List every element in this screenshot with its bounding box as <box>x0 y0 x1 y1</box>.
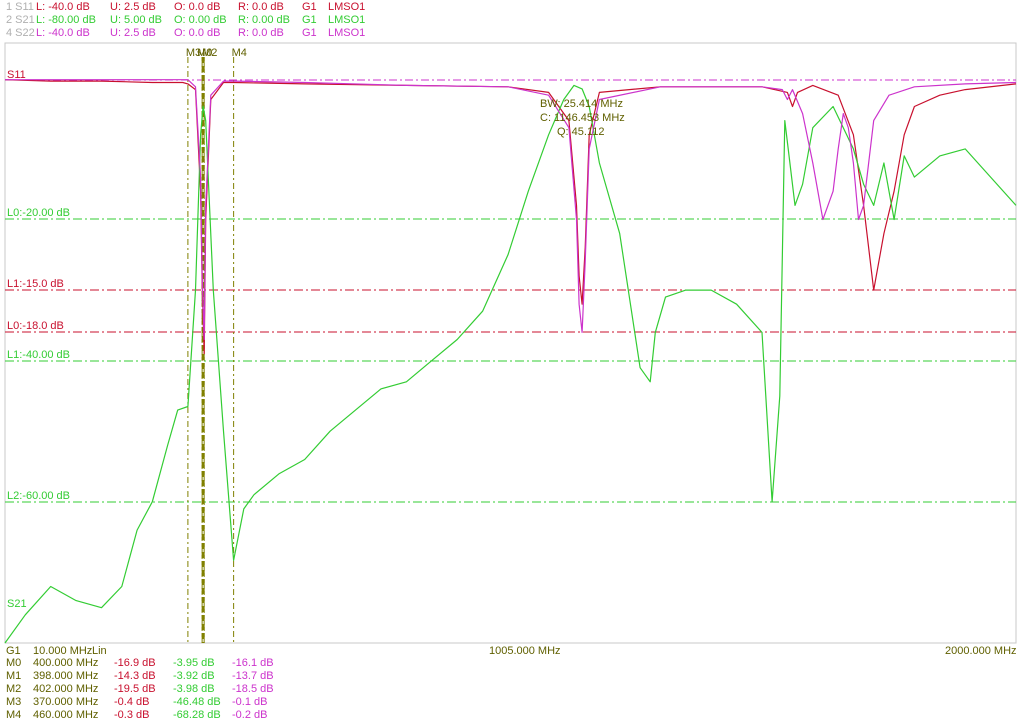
limit-label: L0:-18.0 dB <box>7 320 64 332</box>
limit-label: L1:-40.00 dB <box>7 349 70 361</box>
marker-s11: -0.4 dB <box>114 696 150 708</box>
trace-label-s21: S21 <box>7 598 27 610</box>
center-value: C: 1146.453 MHz <box>540 112 625 124</box>
limit-label: L1:-15.0 dB <box>7 278 64 290</box>
x-center-label: 1005.000 MHz <box>489 645 561 657</box>
marker-freq: 402.000 MHz <box>33 683 99 695</box>
plot-frame <box>4 42 1017 644</box>
plot-border <box>4 42 1017 644</box>
limit-label: L2:-60.00 dB <box>7 490 70 502</box>
marker-s11: -0.3 dB <box>114 709 150 721</box>
trace-s11 <box>4 79 1017 355</box>
marker-name: M0 <box>6 657 22 669</box>
marker-lines <box>187 57 235 643</box>
trace-s21 <box>4 84 1017 644</box>
q-value: Q: 45.112 <box>557 126 605 138</box>
marker-label-m4: M4 <box>232 47 247 59</box>
marker-s11: -16.9 dB <box>114 657 156 669</box>
marker-freq: 460.000 MHz <box>33 709 99 721</box>
marker-freq: 370.000 MHz <box>33 696 99 708</box>
marker-name: M2 <box>6 683 22 695</box>
marker-s22: -0.2 dB <box>232 709 268 721</box>
marker-s22: -16.1 dB <box>232 657 274 669</box>
marker-s21: -3.92 dB <box>173 670 215 682</box>
marker-freq: 398.000 MHz <box>33 670 99 682</box>
trace-label-s11: S11 <box>7 69 26 81</box>
marker-freq: 400.000 MHz <box>33 657 99 669</box>
marker-name: M1 <box>6 670 22 682</box>
marker-s21: -3.98 dB <box>173 683 215 695</box>
marker-s21: -46.48 dB <box>173 696 221 708</box>
marker-s22: -0.1 dB <box>232 696 268 708</box>
marker-s21: -68.28 dB <box>173 709 221 721</box>
marker-label-m2: M2 <box>202 47 217 59</box>
vna-plot[interactable]: L0:-20.00 dB L1:-15.0 dB L0:-18.0 dB L1:-40… <box>0 0 1020 660</box>
marker-s22: -18.5 dB <box>232 683 274 695</box>
limit-label: L0:-20.00 dB <box>7 207 70 219</box>
marker-s11: -19.5 dB <box>114 683 156 695</box>
x-stop-label: 2000.000 MHz <box>945 645 1017 657</box>
limit-lines: L0:-20.00 dB L1:-15.0 dB L0:-18.0 dB L1:-40… <box>5 207 1016 503</box>
marker-s21: -3.95 dB <box>173 657 215 669</box>
marker-s11: -14.3 dB <box>114 670 156 682</box>
marker-name: M4 <box>6 709 22 721</box>
marker-s22: -13.7 dB <box>232 670 274 682</box>
marker-name: M3 <box>6 696 22 708</box>
bw-value: BW: 25.414 MHz <box>540 98 623 110</box>
annotations: S11S21M3M0M2 M4BW: 25.414 MHzC: 1146.453 … <box>7 47 625 610</box>
